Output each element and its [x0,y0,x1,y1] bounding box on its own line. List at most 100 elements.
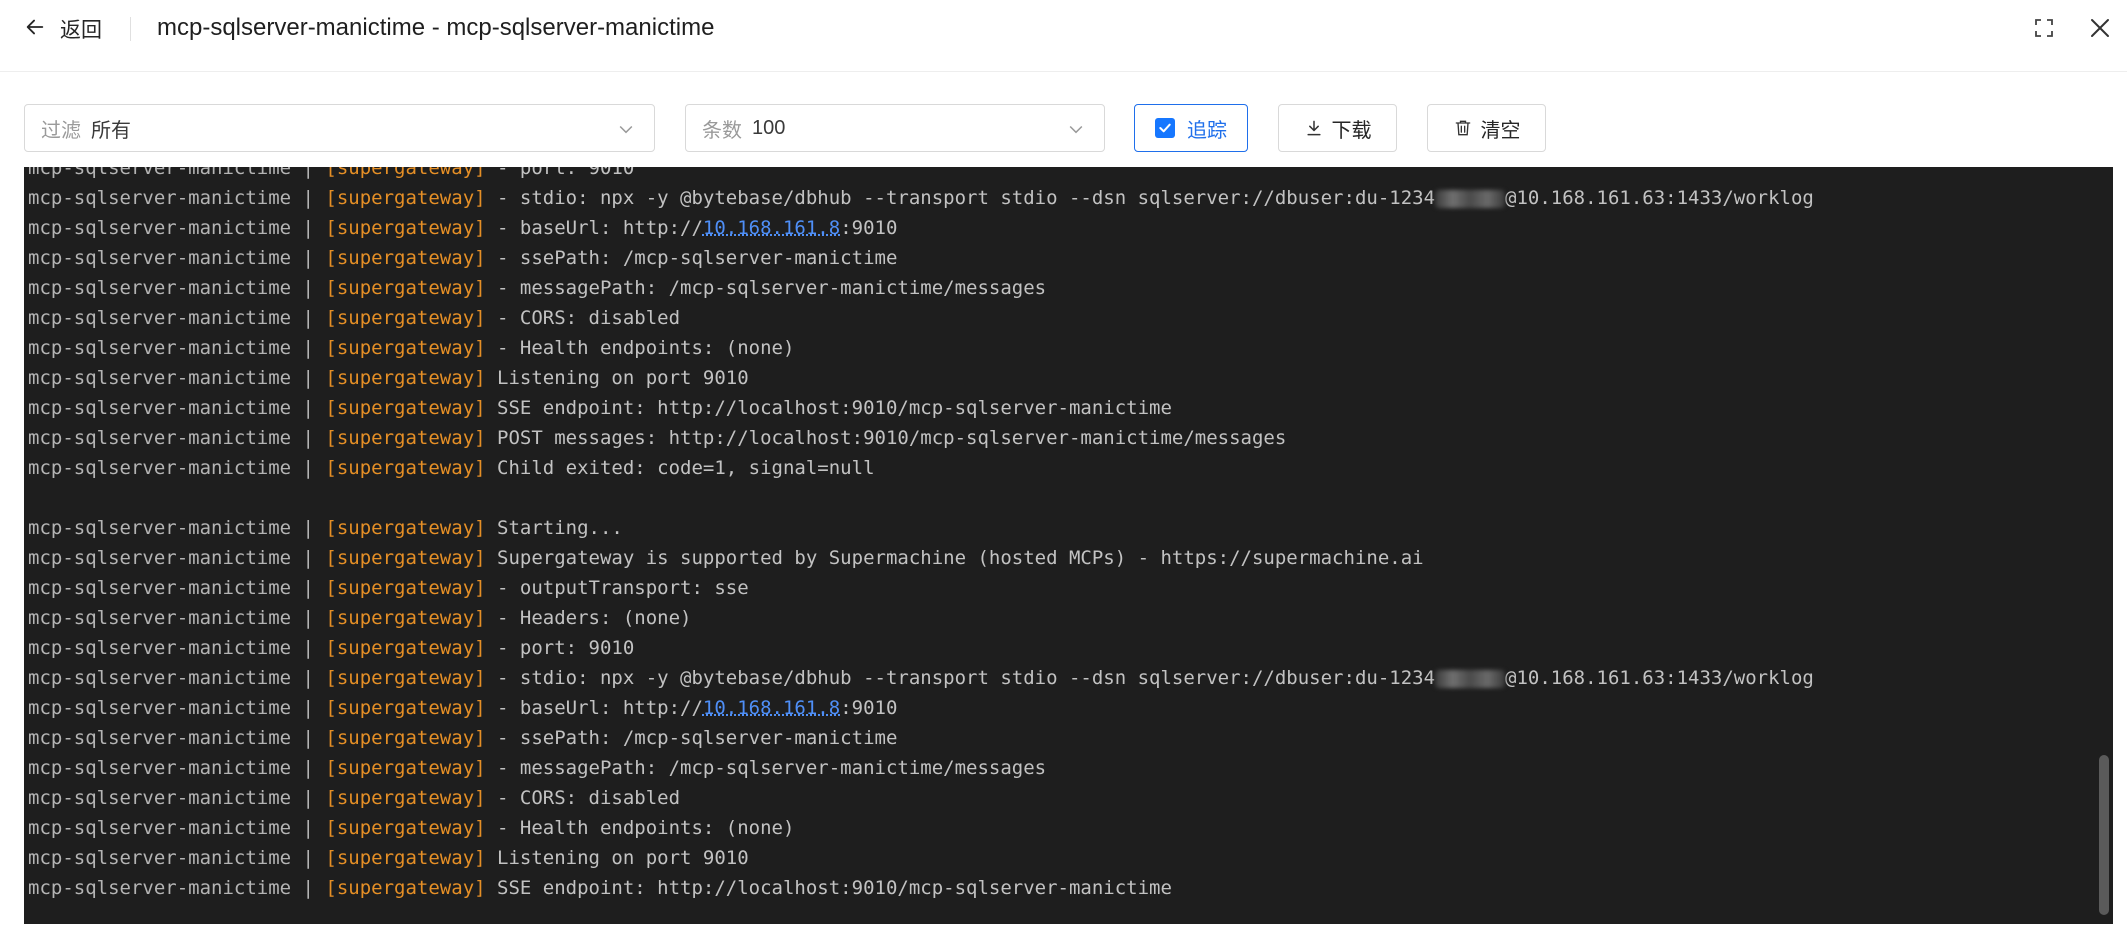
log-message: - CORS: disabled [485,307,681,329]
log-message: - outputTransport: sse [485,577,749,599]
log-line: mcp-sqlserver-manictime | [supergateway]… [28,183,2095,213]
log-tag: [supergateway] [325,517,486,539]
log-line: mcp-sqlserver-manictime | [supergateway]… [28,333,2095,363]
log-service: mcp-sqlserver-manictime | [28,247,326,269]
log-message-tail: @10.168.161.63:1433/worklog [1505,667,1814,689]
log-service: mcp-sqlserver-manictime | [28,547,326,569]
log-service: mcp-sqlserver-manictime | [28,277,326,299]
log-line: mcp-sqlserver-manictime | [supergateway]… [28,633,2095,663]
log-ip-link[interactable]: 10.168.161.8 [703,217,840,239]
log-line: mcp-sqlserver-manictime | [supergateway]… [28,167,2095,183]
log-service: mcp-sqlserver-manictime | [28,187,326,209]
log-message: - baseUrl: http:// [485,217,703,239]
back-label: 返回 [60,19,102,42]
log-service: mcp-sqlserver-manictime | [28,167,326,179]
log-tag: [supergateway] [325,577,486,599]
log-service: mcp-sqlserver-manictime | [28,367,326,389]
log-tag: [supergateway] [325,167,486,179]
log-ip-link[interactable]: 10.168.161.8 [703,697,840,719]
log-service: mcp-sqlserver-manictime | [28,397,326,419]
download-button[interactable]: 下载 [1278,104,1397,152]
log-service: mcp-sqlserver-manictime | [28,307,326,329]
log-line: mcp-sqlserver-manictime | [supergateway]… [28,813,2095,843]
log-service: mcp-sqlserver-manictime | [28,757,326,779]
clear-label: 清空 [1480,119,1521,142]
log-service: mcp-sqlserver-manictime | [28,727,326,749]
log-message: - port: 9010 [485,637,635,659]
bottom-strip [0,924,2127,948]
log-line: mcp-sqlserver-manictime | [supergateway]… [28,783,2095,813]
log-message: - baseUrl: http:// [485,697,703,719]
count-value: 100 [752,116,786,139]
log-tag: [supergateway] [325,277,486,299]
count-select[interactable]: 条数 100 [685,104,1105,152]
log-tag: [supergateway] [325,427,486,449]
log-tag: [supergateway] [325,787,486,809]
clear-button[interactable]: 清空 [1427,104,1546,152]
log-line: mcp-sqlserver-manictime | [supergateway]… [28,603,2095,633]
trace-toggle-button[interactable]: 追踪 [1134,104,1248,152]
log-line: mcp-sqlserver-manictime | [supergateway]… [28,453,2095,483]
filter-select[interactable]: 过滤 所有 [24,104,655,152]
log-tag: [supergateway] [325,637,486,659]
log-message: - messagePath: /mcp-sqlserver-manictime/… [485,757,1047,779]
log-message: - Health endpoints: (none) [485,817,795,839]
check-icon [1155,118,1175,138]
filter-value: 所有 [91,119,131,142]
log-service: mcp-sqlserver-manictime | [28,847,326,869]
log-service: mcp-sqlserver-manictime | [28,877,326,899]
log-tag: [supergateway] [325,607,486,629]
log-message: Starting... [485,517,623,539]
log-line: mcp-sqlserver-manictime | [supergateway]… [28,693,2095,723]
log-line: mcp-sqlserver-manictime | [supergateway]… [28,363,2095,393]
log-message: - port: 9010 [485,167,635,179]
log-message: Child exited: code=1, signal=null [485,457,875,479]
toolbar: 过滤 所有 条数 100 追踪 下载 清空 [0,72,2127,167]
download-label: 下载 [1331,119,1372,142]
log-message: POST messages: http://localhost:9010/mcp… [485,427,1287,449]
log-tag: [supergateway] [325,547,486,569]
log-message: - Headers: (none) [485,607,692,629]
log-tag: [supergateway] [325,367,486,389]
log-viewer[interactable]: mcp-sqlserver-manictime | [supergateway]… [24,167,2113,924]
log-message-tail: @10.168.161.63:1433/worklog [1505,187,1814,209]
log-message: Listening on port 9010 [485,367,749,389]
back-button[interactable]: 返回 [24,14,102,44]
log-line: mcp-sqlserver-manictime | [supergateway]… [28,303,2095,333]
log-message: - stdio: npx -y @bytebase/dbhub --transp… [485,187,1436,209]
log-service: mcp-sqlserver-manictime | [28,817,326,839]
close-icon[interactable] [2088,16,2112,40]
log-line: mcp-sqlserver-manictime | [supergateway]… [28,273,2095,303]
log-line: mcp-sqlserver-manictime | [supergateway]… [28,723,2095,753]
log-tag: [supergateway] [325,847,486,869]
redacted-text [1435,669,1506,688]
trace-label: 追踪 [1187,119,1227,142]
filter-prefix: 过滤 [41,119,81,142]
log-tag: [supergateway] [325,457,486,479]
log-line: mcp-sqlserver-manictime | [supergateway]… [28,513,2095,543]
log-lines: mcp-sqlserver-manictime | [supergateway]… [28,167,2095,903]
log-service: mcp-sqlserver-manictime | [28,697,326,719]
log-service: mcp-sqlserver-manictime | [28,637,326,659]
page-title: mcp-sqlserver-manictime - mcp-sqlserver-… [157,14,715,41]
log-tag: [supergateway] [325,727,486,749]
log-service: mcp-sqlserver-manictime | [28,667,326,689]
log-message-tail: :9010 [840,217,898,239]
log-scrollbar[interactable] [2099,755,2109,915]
log-service: mcp-sqlserver-manictime | [28,787,326,809]
log-line: mcp-sqlserver-manictime | [supergateway]… [28,213,2095,243]
log-service: mcp-sqlserver-manictime | [28,337,326,359]
log-line: mcp-sqlserver-manictime | [supergateway]… [28,243,2095,273]
log-line: mcp-sqlserver-manictime | [supergateway]… [28,543,2095,573]
log-message: - ssePath: /mcp-sqlserver-manictime [485,727,898,749]
log-service: mcp-sqlserver-manictime | [28,607,326,629]
log-message-tail: :9010 [840,697,898,719]
log-service: mcp-sqlserver-manictime | [28,517,326,539]
arrow-left-icon [24,16,46,43]
log-tag: [supergateway] [325,697,486,719]
log-message: Supergateway is supported by Supermachin… [485,547,1424,569]
expand-icon[interactable] [2032,16,2056,40]
count-prefix: 条数 [702,119,742,142]
log-tag: [supergateway] [325,757,486,779]
